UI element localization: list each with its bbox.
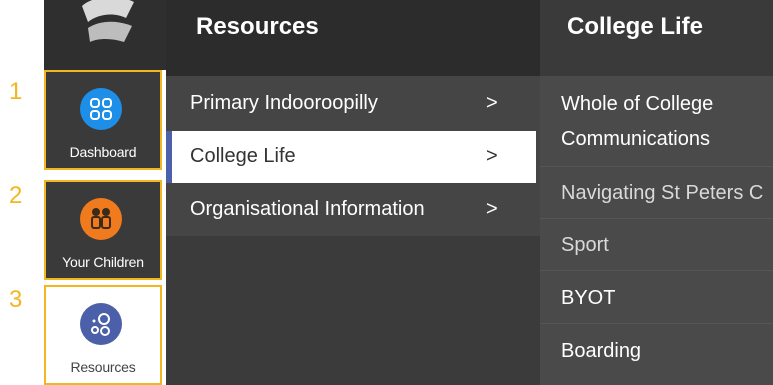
rail-item-label: Dashboard — [69, 144, 137, 160]
college-item-byot[interactable]: BYOT — [561, 281, 615, 316]
divider — [540, 166, 773, 167]
college-life-panel: College Life Whole of College Communicat… — [540, 0, 773, 385]
resources-panel: Resources Primary Indooroopilly > Colleg… — [166, 0, 540, 385]
resource-item-label: Primary Indooroopilly — [190, 92, 378, 114]
logo-icon — [82, 0, 134, 42]
rail-item-dashboard[interactable]: Dashboard — [44, 70, 162, 170]
resources-header: Resources — [166, 0, 540, 76]
left-rail: Dashboard Your Children Resources — [44, 0, 166, 385]
resource-item-organisational-information[interactable]: Organisational Information > — [166, 184, 536, 236]
resources-icon — [80, 303, 122, 345]
college-item-communications[interactable]: Whole of College Communications — [561, 87, 713, 157]
college-life-header: College Life — [540, 0, 773, 76]
chevron-right-icon: > — [486, 145, 498, 167]
college-life-title: College Life — [567, 13, 704, 40]
divider — [540, 323, 773, 324]
college-item-label-line1: Whole of College — [561, 93, 714, 115]
rail-item-label: Your Children — [62, 254, 144, 270]
college-item-label-line2: Communications — [561, 128, 710, 150]
resource-item-label: College Life — [190, 145, 296, 167]
active-indicator — [166, 131, 172, 183]
step-number-1: 1 — [9, 78, 23, 105]
rail-item-label: Resources — [70, 359, 136, 375]
resource-item-label: Organisational Information — [190, 198, 425, 220]
divider — [540, 270, 773, 271]
rail-item-your-children[interactable]: Your Children — [44, 180, 162, 280]
resources-title: Resources — [196, 13, 319, 40]
college-item-navigating[interactable]: Navigating St Peters C — [561, 176, 763, 211]
rail-item-resources[interactable]: Resources — [44, 285, 162, 385]
school-logo[interactable] — [44, 0, 166, 70]
chevron-right-icon: > — [486, 92, 498, 114]
dashboard-grid-icon — [80, 88, 122, 130]
divider — [540, 218, 773, 219]
children-icon — [80, 198, 122, 240]
college-item-boarding[interactable]: Boarding — [561, 334, 641, 369]
app-page: 1 2 3 Dashboard Your Children Resources … — [0, 0, 773, 385]
college-item-sport[interactable]: Sport — [561, 228, 609, 263]
step-number-3: 3 — [9, 286, 23, 313]
chevron-right-icon: > — [486, 198, 498, 220]
resource-item-college-life[interactable]: College Life > — [166, 131, 536, 183]
resources-list: Primary Indooroopilly > College Life > O… — [166, 76, 540, 236]
step-number-2: 2 — [9, 182, 23, 209]
resource-item-primary-indooroopilly[interactable]: Primary Indooroopilly > — [166, 78, 536, 130]
